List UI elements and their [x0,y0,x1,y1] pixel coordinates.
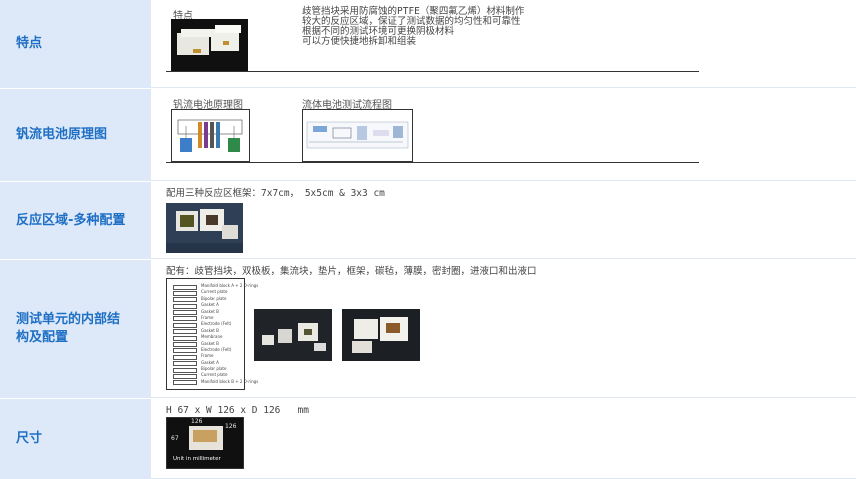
components-photo-2 [342,309,420,361]
row-label-dimensions: 尺寸 [0,399,151,479]
row-content-internal-structure: 配有：歧管挡块，双极板，集流块，垫片，框架，碳毡，薄膜，密封圈，进液口和出液口 … [151,260,856,398]
row-label-internal-structure: 测试单元的内部结 构及配置 [0,260,151,398]
row-label-features: 特点 [0,0,151,88]
row-reaction-area: 反应区域-多种配置 配用三种反应区框架：7x7cm， 5x5cm & 3x3 c… [0,182,856,259]
row-divider [166,71,699,72]
spec-table: 特点 特点 歧管挡块采用防腐蚀的PTFE（聚四氟乙烯）材料制作 较大的反应区域，… [0,0,856,479]
unit-note: Unit in millimeter [173,456,221,462]
flow-test-diagram [302,109,413,162]
exploded-view-diagram: Manifold block A + 2 O-rings Current pla… [166,278,258,390]
part-row: Manifold block B + 2 O-rings [169,379,258,386]
feature-item: 可以方便快捷地拆卸和组装 [302,36,417,47]
vanadium-battery-diagram [171,109,250,162]
row-diagrams: 钒流电池原理图 钒流电池原理图 流体电池测试流程图 [0,89,856,181]
row-features: 特点 特点 歧管挡块采用防腐蚀的PTFE（聚四氟乙烯）材料制作 较大的反应区域，… [0,0,856,88]
dimensions-text: H 67 x W 126 x D 126 mm [166,405,309,416]
label-line: 测试单元的内部结 [16,312,121,327]
product-photo [171,19,248,71]
row-divider [166,162,699,163]
reaction-frames-photo [166,203,243,253]
row-label-reaction-area: 反应区域-多种配置 [0,182,151,259]
row-label-diagrams: 钒流电池原理图 [0,89,151,181]
components-photo-1 [254,309,332,361]
row-content-diagrams: 钒流电池原理图 流体电池测试流程图 [151,89,856,181]
dim-label: 126 [191,418,203,425]
row-dimensions: 尺寸 H 67 x W 126 x D 126 mm 126 126 67 Un… [0,399,856,479]
row-content-reaction-area: 配用三种反应区框架：7x7cm， 5x5cm & 3x3 cm [151,182,856,259]
row-content-dimensions: H 67 x W 126 x D 126 mm 126 126 67 Unit … [151,399,856,479]
components-text: 配有：歧管挡块，双极板，集流块，垫片，框架，碳毡，薄膜，密封圈，进液口和出液口 [166,266,537,277]
dim-label: 67 [171,435,179,442]
dim-label: 126 [225,423,237,430]
reaction-area-text: 配用三种反应区框架：7x7cm， 5x5cm & 3x3 cm [166,188,385,199]
feature-list: 歧管挡块采用防腐蚀的PTFE（聚四氟乙烯）材料制作 较大的反应区域，保证了测试数… [302,7,702,47]
label-line: 构及配置 [16,330,69,345]
row-content-features: 特点 歧管挡块采用防腐蚀的PTFE（聚四氟乙烯）材料制作 较大的反应区域，保证了… [151,0,856,88]
row-internal-structure: 测试单元的内部结 构及配置 配有：歧管挡块，双极板，集流块，垫片，框架，碳毡，薄… [0,260,856,398]
dimensions-photo: 126 126 67 Unit in millimeter [166,417,244,469]
